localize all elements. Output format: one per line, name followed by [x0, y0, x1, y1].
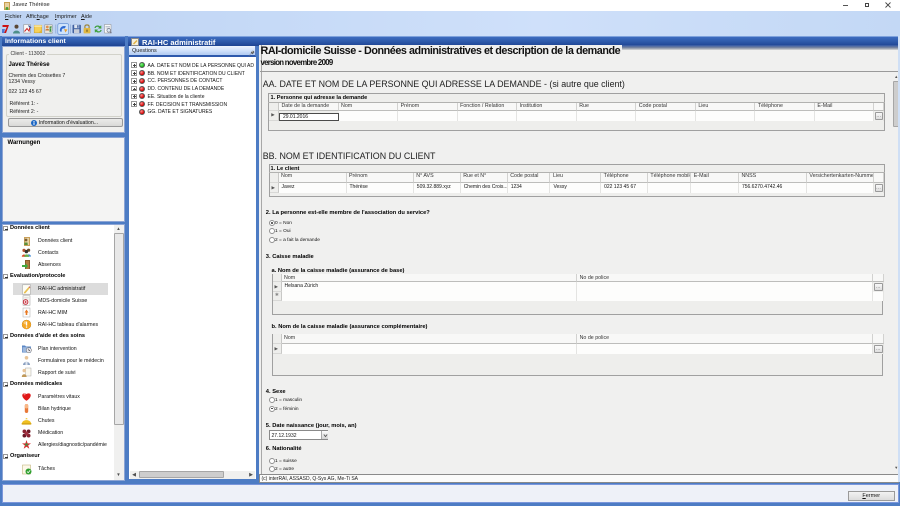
svg-text:1: 1	[50, 27, 53, 33]
